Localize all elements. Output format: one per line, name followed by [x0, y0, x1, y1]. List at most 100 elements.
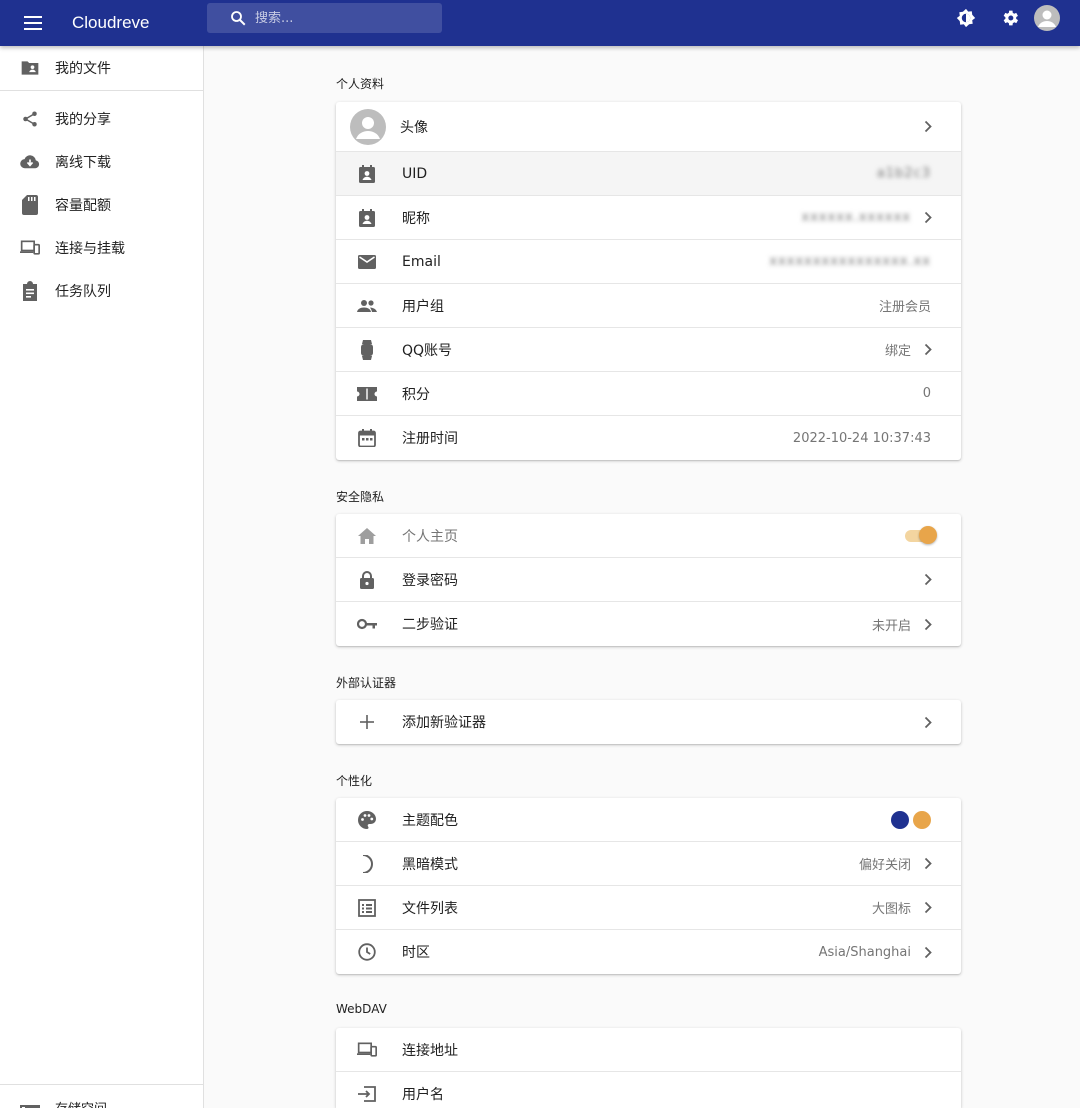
email-value: xxxxxxxxxxxxxxxx.xx [769, 254, 931, 269]
chevron-right-icon [921, 901, 935, 915]
add-authenticator-row[interactable]: 添加新验证器 [336, 700, 961, 744]
sidebar-storage[interactable]: 存储空间 [20, 1098, 107, 1108]
sidebar-item-label: 我的分享 [55, 111, 111, 128]
user-group-value: 注册会员 [878, 300, 931, 315]
sidebar-item-offline-download[interactable]: 离线下载 [0, 140, 203, 183]
theme-color-label: 主题配色 [402, 812, 458, 829]
authenticator-card: 添加新验证器 [336, 700, 961, 744]
dark-mode-label: 黑暗模式 [402, 856, 458, 873]
contact-card-icon [357, 208, 377, 228]
storage-icon [20, 1104, 40, 1108]
password-row[interactable]: 登录密码 [336, 558, 961, 602]
section-title-security: 安全隐私 [336, 490, 385, 504]
theme-color-row[interactable]: 主题配色 [336, 798, 961, 842]
user-avatar-button[interactable] [1034, 5, 1060, 31]
timezone-row[interactable]: 时区 Asia/Shanghai [336, 930, 961, 974]
chevron-right-icon [921, 857, 935, 871]
section-title-personalize: 个性化 [336, 774, 373, 788]
email-label: Email [402, 253, 441, 270]
mail-icon [357, 252, 377, 272]
register-time-value: 2022-10-24 10:37:43 [792, 430, 931, 446]
uid-row[interactable]: UID a1b2c3 [336, 152, 961, 196]
search-input[interactable] [255, 10, 425, 26]
user-group-label: 用户组 [402, 298, 444, 315]
sidebar-item-connections[interactable]: 连接与挂载 [0, 226, 203, 269]
dark-mode-value: 偏好关闭 [858, 858, 911, 873]
settings-button[interactable] [988, 0, 1032, 36]
menu-icon [24, 16, 42, 30]
email-row[interactable]: Email xxxxxxxxxxxxxxxx.xx [336, 240, 961, 284]
chevron-right-icon [921, 343, 935, 357]
avatar-row[interactable]: 头像 [336, 102, 961, 152]
login-icon [357, 1084, 377, 1104]
cloud-download-icon [20, 152, 40, 172]
nickname-label: 昵称 [402, 210, 430, 227]
two-factor-row[interactable]: 二步验证 未开启 [336, 602, 961, 646]
personalize-card: 主题配色 黑暗模式 偏好关闭 文件列表 大图标 时区 Asia/Shanghai [336, 798, 961, 974]
palette-icon [357, 810, 377, 830]
sidebar-item-quota[interactable]: 容量配额 [0, 183, 203, 226]
user-group-row: 用户组 注册会员 [336, 284, 961, 328]
webdav-address-row[interactable]: 连接地址 [336, 1028, 961, 1072]
search-icon [229, 9, 247, 27]
webdav-address-label: 连接地址 [402, 1042, 458, 1059]
sidebar-item-my-shares[interactable]: 我的分享 [0, 97, 203, 140]
search-box[interactable] [207, 3, 442, 33]
two-factor-value: 未开启 [871, 618, 911, 634]
timezone-value: Asia/Shanghai [818, 944, 911, 960]
storage-label: 存储空间 [55, 1098, 107, 1108]
section-title-authenticator: 外部认证器 [336, 676, 397, 690]
devices-icon [20, 238, 40, 258]
webdav-username-row[interactable]: 用户名 [336, 1072, 961, 1108]
moon-icon [357, 854, 377, 874]
menu-button[interactable] [16, 6, 50, 40]
app-bar: Cloudreve [0, 0, 1080, 46]
theme-color-swatches [891, 810, 931, 829]
nickname-row[interactable]: 昵称 xxxxxx.xxxxxx [336, 196, 961, 240]
file-list-value: 大图标 [871, 902, 911, 917]
section-title-webdav: WebDAV [336, 1002, 387, 1016]
sidebar-item-label: 我的文件 [55, 61, 111, 77]
webdav-username-label: 用户名 [402, 1087, 444, 1103]
profile-card: 头像 UID a1b2c3 昵称 xxxxxx.xxxxxx Email xxx… [336, 102, 961, 460]
section-title-profile: 个人资料 [336, 77, 385, 91]
sidebar-divider [0, 90, 203, 91]
sidebar-item-task-queue[interactable]: 任务队列 [0, 269, 203, 312]
clock-icon [357, 942, 377, 962]
qq-label: QQ账号 [402, 342, 453, 359]
homepage-label: 个人主页 [402, 528, 458, 545]
password-label: 登录密码 [402, 572, 458, 589]
file-list-label: 文件列表 [402, 900, 458, 917]
timezone-label: 时区 [402, 945, 430, 961]
file-list-row[interactable]: 文件列表 大图标 [336, 886, 961, 930]
person-icon [1038, 10, 1056, 27]
sidebar-item-label: 任务队列 [55, 283, 111, 300]
chevron-right-icon [921, 573, 935, 587]
uid-value: a1b2c3 [876, 166, 931, 181]
ticket-icon [357, 384, 377, 404]
group-icon [357, 296, 377, 316]
sidebar-item-my-files[interactable]: 我的文件 [0, 46, 203, 90]
homepage-row[interactable]: 个人主页 [336, 514, 961, 558]
theme-toggle-button[interactable] [944, 0, 988, 36]
sidebar-item-label: 容量配额 [55, 197, 111, 214]
gear-icon [1003, 10, 1018, 26]
chevron-right-icon [921, 715, 935, 729]
avatar [350, 108, 386, 145]
dark-mode-row[interactable]: 黑暗模式 偏好关闭 [336, 842, 961, 886]
calendar-icon [357, 428, 377, 448]
sd-card-icon [20, 194, 40, 215]
brightness-icon [956, 8, 976, 28]
nickname-value: xxxxxx.xxxxxx [801, 210, 911, 225]
add-authenticator-label: 添加新验证器 [402, 715, 486, 731]
homepage-switch[interactable] [905, 525, 939, 544]
avatar-label: 头像 [400, 119, 428, 136]
register-time-row: 注册时间 2022-10-24 10:37:43 [336, 416, 961, 460]
webdav-card: 连接地址 用户名 [336, 1028, 961, 1108]
contact-card-icon [357, 164, 377, 184]
list-view-icon [357, 898, 377, 918]
qq-row[interactable]: QQ账号 绑定 [336, 328, 961, 372]
plus-icon [357, 712, 377, 732]
two-factor-label: 二步验证 [402, 617, 458, 633]
score-value: 0 [922, 386, 931, 401]
